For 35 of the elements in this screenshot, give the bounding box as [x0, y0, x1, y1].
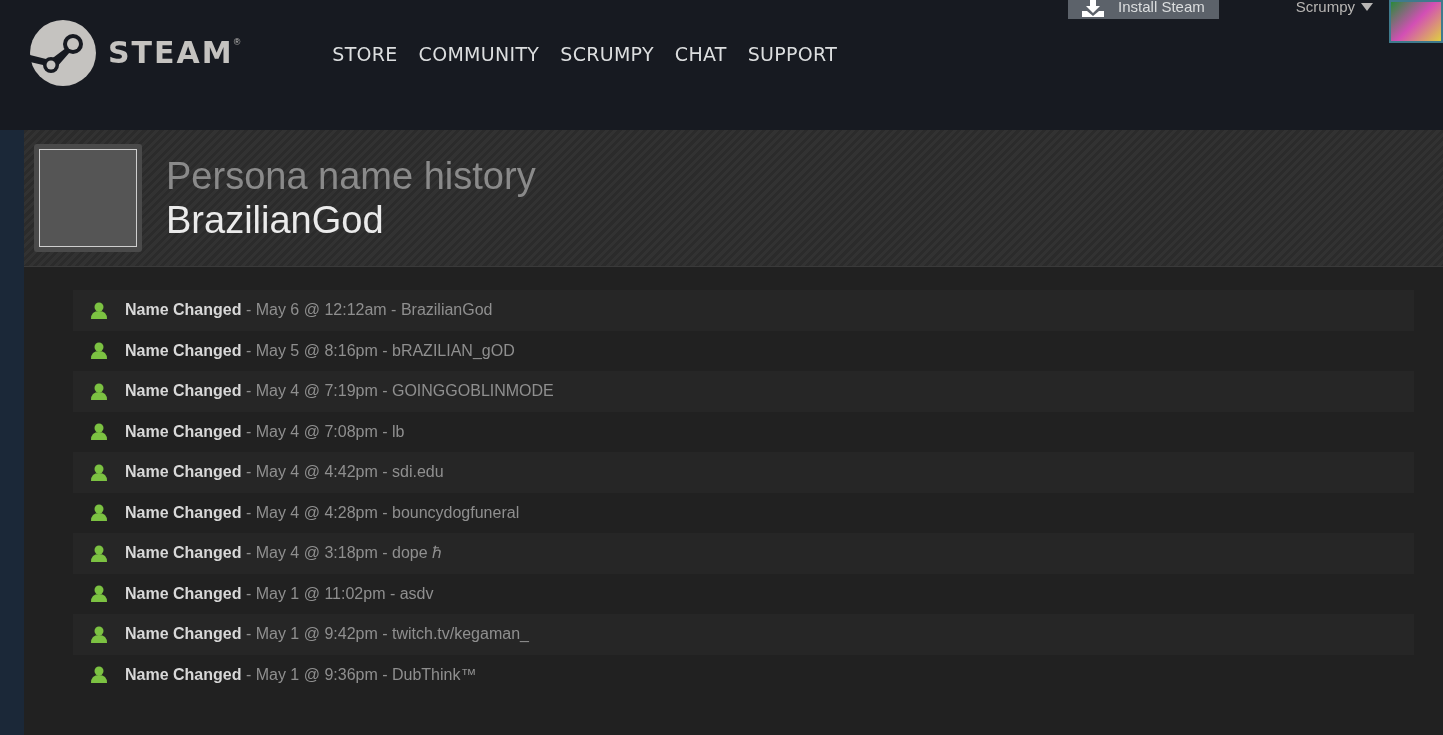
person-icon	[90, 382, 108, 400]
name-change-entry: Name Changed - May 4 @ 7:19pm - GOINGGOBLINMODE	[125, 381, 554, 402]
avatar-image[interactable]	[1389, 0, 1443, 43]
person-icon	[90, 423, 108, 441]
name-change-entry: Name Changed - May 5 @ 8:16pm - bRAZILIAN_gOD	[125, 340, 515, 361]
nav-link[interactable]: SUPPORT	[747, 39, 838, 69]
person-icon	[90, 625, 108, 643]
person-icon	[90, 504, 108, 522]
account-menu[interactable]: Scrumpy	[1295, 0, 1373, 19]
name-change-entry: Name Changed - May 1 @ 11:02pm - asdv	[125, 583, 434, 604]
person-icon	[90, 342, 108, 360]
registered-mark: ®	[233, 38, 241, 47]
name-change-entry: Name Changed - May 1 @ 9:36pm - DubThink™	[125, 664, 477, 685]
persona-name: BrazilianGod	[166, 198, 385, 242]
name-change-entry: Name Changed - May 4 @ 4:42pm - sdi.edu	[125, 462, 444, 483]
nav-link[interactable]: STORE	[332, 39, 398, 69]
person-icon	[90, 463, 108, 481]
page-title: Persona name history	[166, 154, 536, 198]
person-icon	[90, 585, 108, 603]
name-change-entry: Name Changed - May 4 @ 7:08pm - lb	[125, 421, 405, 442]
nav-link[interactable]: SCRUMPY	[560, 39, 654, 69]
download-icon	[1082, 0, 1105, 17]
logo-wordmark[interactable]: STEAM	[108, 38, 234, 68]
name-change-entry: Name Changed - May 4 @ 3:18pm - dope ℏ	[125, 543, 442, 564]
person-icon	[90, 666, 108, 684]
nav-link[interactable]: CHAT	[674, 39, 727, 69]
caret-icon	[1361, 3, 1373, 12]
name-change-entry: Name Changed - May 1 @ 9:42pm - twitch.tv/kegaman_	[125, 624, 529, 645]
person-icon	[90, 544, 108, 562]
name-change-entry: Name Changed - May 6 @ 12:12am - BrazilianGod	[125, 300, 493, 321]
nav-link[interactable]: COMMUNITY	[418, 39, 540, 69]
steam-logo-icon[interactable]	[30, 20, 96, 86]
install-steam-button[interactable]: Install Steam	[1068, 0, 1219, 19]
name-change-entry: Name Changed - May 4 @ 4:28pm - bouncydogfuneral	[125, 502, 520, 523]
person-icon	[90, 301, 108, 319]
